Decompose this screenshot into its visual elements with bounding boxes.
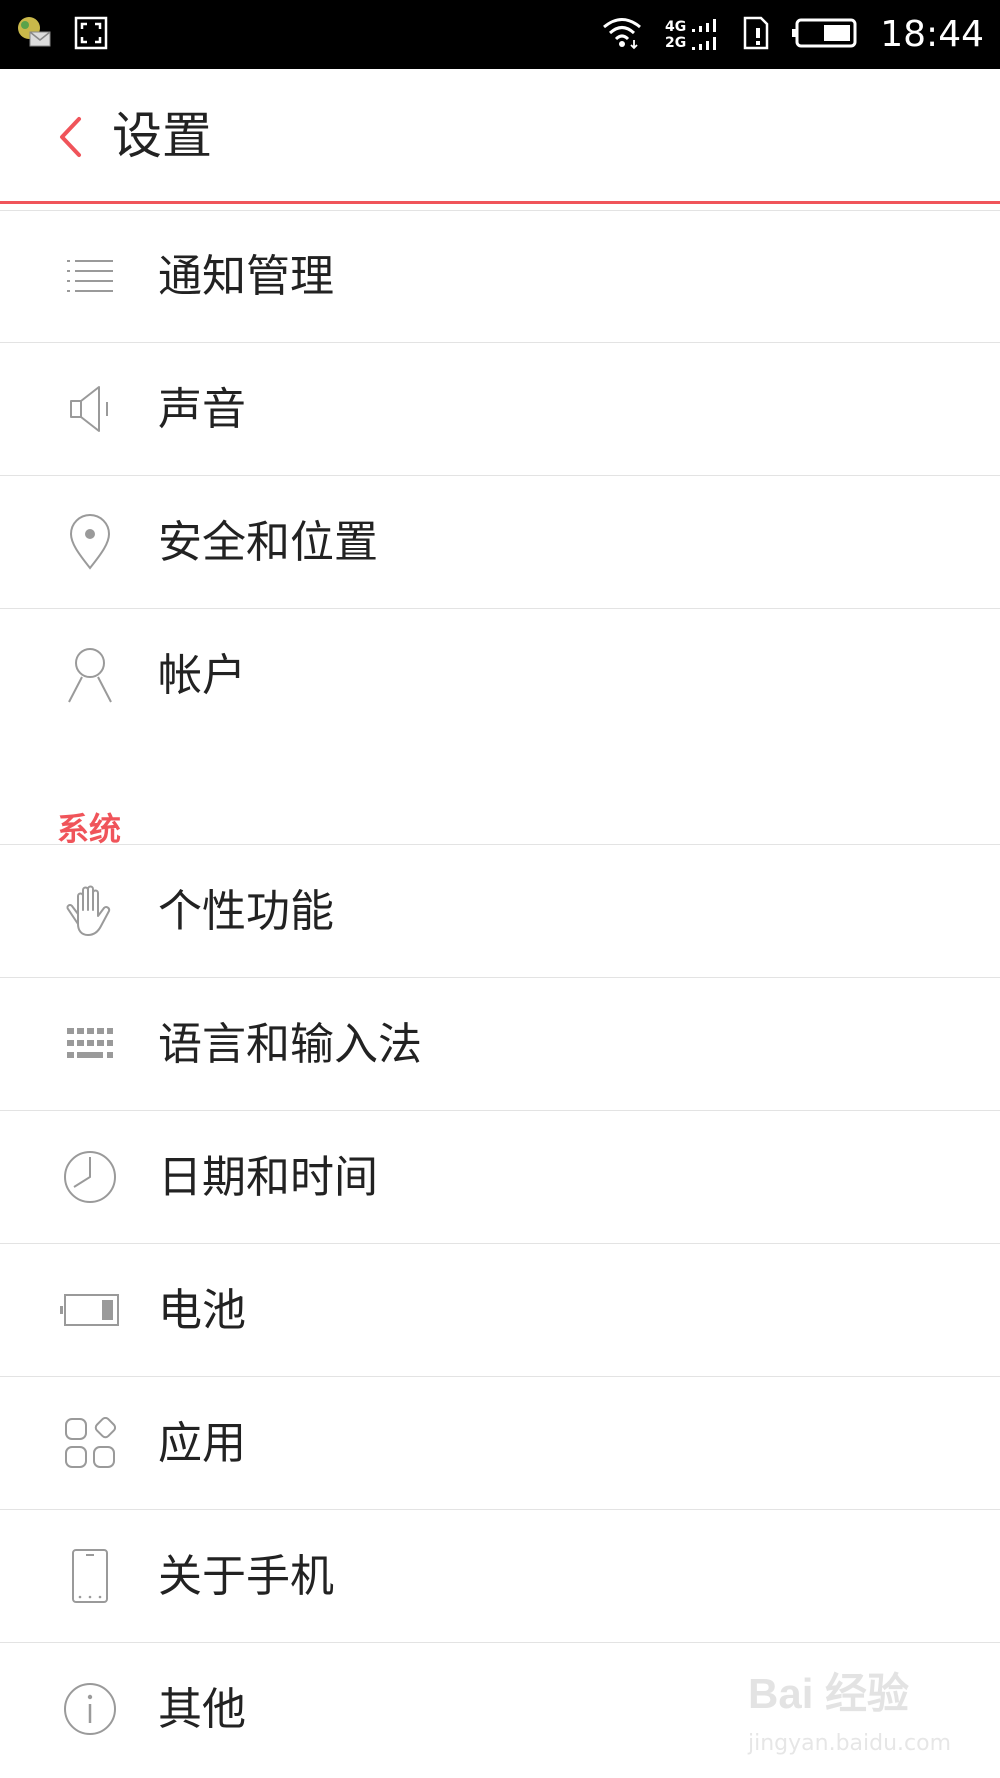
message-icon (14, 14, 52, 56)
settings-item-apps[interactable]: 应用 (0, 1377, 1000, 1510)
hand-icon (60, 881, 120, 941)
battery-icon (60, 1280, 120, 1340)
speaker-icon (60, 379, 120, 439)
info-icon (60, 1679, 120, 1739)
settings-item-label: 其他 (158, 1684, 246, 1735)
sim-icon (742, 16, 770, 54)
settings-item-sound[interactable]: 声音 (0, 343, 1000, 476)
settings-item-notifications[interactable]: 通知管理 (0, 210, 1000, 343)
svg-text:Bai 经验: Bai 经验 (748, 1670, 909, 1717)
settings-item-label: 个性功能 (158, 886, 334, 937)
signal-icon: 4G 2G (665, 18, 720, 52)
chevron-left-icon (60, 117, 81, 157)
section-label: 系统 (57, 810, 122, 848)
status-right: 4G 2G 18:44 (601, 0, 984, 69)
settings-item-label: 通知管理 (158, 251, 334, 302)
settings-item-about-phone[interactable]: 关于手机 (0, 1510, 1000, 1643)
settings-item-security-location[interactable]: 安全和位置 (0, 476, 1000, 609)
watermark-url: jingyan.baidu.com (748, 1731, 952, 1756)
settings-item-label: 帐户 (158, 650, 246, 701)
section-header-system: 系统 (0, 742, 1000, 848)
network-2g: 2G (665, 34, 687, 51)
notification-list-icon (60, 246, 120, 306)
clock-icon (60, 1147, 120, 1207)
status-time: 18:44 (880, 14, 984, 55)
settings-item-language-input[interactable]: 语言和输入法 (0, 978, 1000, 1111)
app-bar: 设置 (0, 69, 1000, 204)
baidu-watermark: Bai 经验 jingyan.baidu.com (748, 1656, 952, 1756)
settings-item-label: 日期和时间 (158, 1152, 378, 1203)
settings-item-label: 声音 (158, 384, 246, 435)
settings-item-date-time[interactable]: 日期和时间 (0, 1111, 1000, 1244)
settings-item-label: 语言和输入法 (158, 1019, 422, 1070)
settings-item-label: 安全和位置 (158, 517, 378, 568)
settings-list: 通知管理 声音 安全和位置 帐户 系统 个性功能 语言和输入法 日期和时间 电池… (0, 210, 1000, 1776)
settings-item-personal-features[interactable]: 个性功能 (0, 845, 1000, 978)
keyboard-icon (60, 1014, 120, 1074)
apps-icon (60, 1413, 120, 1473)
account-icon (60, 645, 120, 705)
phone-icon (60, 1546, 120, 1606)
settings-item-battery[interactable]: 电池 (0, 1244, 1000, 1377)
page-title: 设置 (112, 107, 212, 165)
settings-item-label: 电池 (158, 1285, 246, 1336)
network-4g: 4G (665, 18, 687, 35)
settings-item-label: 应用 (158, 1418, 246, 1469)
status-left (14, 14, 108, 56)
status-bar: 4G 2G 18:44 (0, 0, 1000, 69)
location-pin-icon (60, 512, 120, 572)
settings-item-label: 关于手机 (158, 1551, 334, 1602)
back-button[interactable] (50, 109, 90, 165)
settings-item-account[interactable]: 帐户 (0, 609, 1000, 742)
battery-icon (792, 18, 858, 52)
wifi-icon (601, 16, 643, 54)
screenshot-icon (74, 16, 108, 54)
paw-logo-icon: Bai 经验 (748, 1670, 909, 1717)
